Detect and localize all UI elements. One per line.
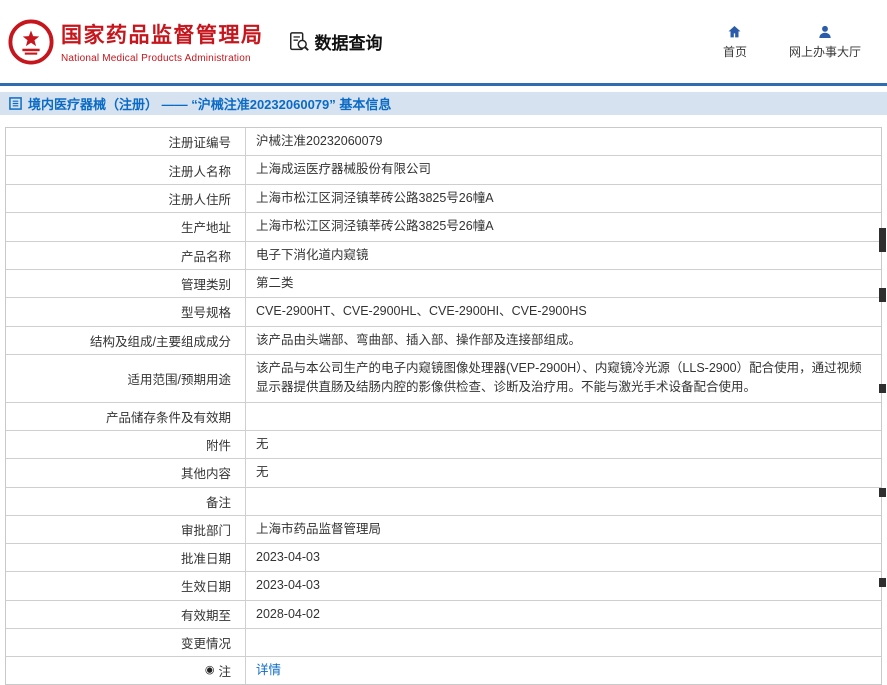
breadcrumb: 境内医疗器械（注册） —— “沪械注准20232060079” 基本信息 — [0, 92, 887, 115]
table-row: 型号规格 CVE-2900HT、CVE-2900HL、CVE-2900HI、CV… — [6, 297, 881, 325]
field-label: 适用范围/预期用途 — [6, 355, 246, 402]
field-value: 2028-04-02 — [246, 601, 881, 628]
field-value: 该产品由头端部、弯曲部、插入部、操作部及连接部组成。 — [246, 327, 881, 354]
field-value: CVE-2900HT、CVE-2900HL、CVE-2900HI、CVE-290… — [246, 298, 881, 325]
table-row: 适用范围/预期用途 该产品与本公司生产的电子内窥镜图像处理器(VEP-2900H… — [6, 354, 881, 402]
field-label: 备注 — [6, 488, 246, 515]
field-label: 注册证编号 — [6, 128, 246, 155]
scrollbar-mark[interactable] — [879, 288, 886, 302]
table-row: 管理类别 第二类 — [6, 269, 881, 297]
scrollbar-mark[interactable] — [879, 488, 886, 497]
table-row: 结构及组成/主要组成成分 该产品由头端部、弯曲部、插入部、操作部及连接部组成。 — [6, 326, 881, 354]
table-row: 产品名称 电子下消化道内窥镜 — [6, 241, 881, 269]
nav-home[interactable]: 首页 — [723, 24, 747, 60]
table-row: 有效期至 2028-04-02 — [6, 600, 881, 628]
field-label: 型号规格 — [6, 298, 246, 325]
table-row: 注册证编号 沪械注准20232060079 — [6, 128, 881, 155]
site-header: 国家药品监督管理局 National Medical Products Admi… — [0, 0, 887, 86]
page: 国家药品监督管理局 National Medical Products Admi… — [0, 0, 887, 644]
field-value: 详情 — [246, 657, 881, 684]
breadcrumb-text: 境内医疗器械（注册） —— “沪械注准20232060079” 基本信息 — [28, 94, 391, 113]
field-value — [246, 488, 881, 515]
field-value — [246, 629, 881, 656]
scrollbar-mark[interactable] — [879, 384, 886, 393]
field-label: 有效期至 — [6, 601, 246, 628]
field-value: 上海市药品监督管理局 — [246, 516, 881, 543]
field-label: 注册人住所 — [6, 185, 246, 212]
table-row: 生产地址 上海市松江区洞泾镇莘砖公路3825号26幢A — [6, 212, 881, 240]
field-value: 上海市松江区洞泾镇莘砖公路3825号26幢A — [246, 185, 881, 212]
registry-icon — [9, 97, 22, 110]
scrollbar-thumb[interactable] — [879, 228, 886, 252]
field-value: 该产品与本公司生产的电子内窥镜图像处理器(VEP-2900H）、内窥镜冷光源（L… — [246, 355, 881, 402]
field-value: 上海市松江区洞泾镇莘砖公路3825号26幢A — [246, 213, 881, 240]
field-label: 变更情况 — [6, 629, 246, 656]
field-label: 管理类别 — [6, 270, 246, 297]
table-row: 备注 — [6, 487, 881, 515]
org-names: 国家药品监督管理局 National Medical Products Admi… — [61, 19, 264, 64]
table-row: 变更情况 — [6, 628, 881, 656]
field-label: 结构及组成/主要组成成分 — [6, 327, 246, 354]
field-value: 电子下消化道内窥镜 — [246, 242, 881, 269]
field-label: ◉ 注 — [6, 657, 246, 684]
info-table: 注册证编号 沪械注准20232060079 注册人名称 上海成运医疗器械股份有限… — [5, 127, 882, 685]
field-label-text: 注 — [218, 661, 231, 680]
field-label: 其他内容 — [6, 459, 246, 486]
nmpa-emblem-icon — [8, 19, 54, 65]
table-row: 生效日期 2023-04-03 — [6, 571, 881, 599]
field-label: 生效日期 — [6, 572, 246, 599]
org-name-en: National Medical Products Administration — [61, 53, 264, 64]
field-label: 批准日期 — [6, 544, 246, 571]
details-link[interactable]: 详情 — [256, 661, 281, 680]
table-row: 产品储存条件及有效期 — [6, 402, 881, 430]
field-label: 生产地址 — [6, 213, 246, 240]
field-value: 沪械注准20232060079 — [246, 128, 881, 155]
field-value: 无 — [246, 431, 881, 458]
table-row: 批准日期 2023-04-03 — [6, 543, 881, 571]
data-query-label: 数据查询 — [315, 29, 383, 54]
field-label: 注册人名称 — [6, 156, 246, 183]
org-name-cn: 国家药品监督管理局 — [61, 19, 264, 49]
table-row: ◉ 注 详情 — [6, 656, 881, 684]
table-row: 附件 无 — [6, 430, 881, 458]
nav-online-hall-label: 网上办事大厅 — [789, 43, 861, 60]
field-value: 无 — [246, 459, 881, 486]
field-value — [246, 403, 881, 430]
table-row: 注册人名称 上海成运医疗器械股份有限公司 — [6, 155, 881, 183]
data-query-tab[interactable]: 数据查询 — [288, 29, 383, 54]
table-row: 审批部门 上海市药品监督管理局 — [6, 515, 881, 543]
table-row: 其他内容 无 — [6, 458, 881, 486]
table-row: 注册人住所 上海市松江区洞泾镇莘砖公路3825号26幢A — [6, 184, 881, 212]
home-icon — [726, 24, 743, 40]
field-label: 产品储存条件及有效期 — [6, 403, 246, 430]
nav-home-label: 首页 — [723, 43, 747, 60]
top-nav: 首页 网上办事大厅 — [723, 24, 861, 60]
field-value: 第二类 — [246, 270, 881, 297]
field-value: 2023-04-03 — [246, 572, 881, 599]
user-icon — [817, 24, 833, 40]
logo-block: 国家药品监督管理局 National Medical Products Admi… — [8, 19, 264, 65]
data-query-icon — [288, 31, 310, 53]
field-value: 上海成运医疗器械股份有限公司 — [246, 156, 881, 183]
field-label: 产品名称 — [6, 242, 246, 269]
note-icon: ◉ — [205, 665, 215, 676]
field-label: 附件 — [6, 431, 246, 458]
field-value: 2023-04-03 — [246, 544, 881, 571]
nav-online-hall[interactable]: 网上办事大厅 — [789, 24, 861, 60]
scrollbar-mark[interactable] — [879, 578, 886, 587]
field-label: 审批部门 — [6, 516, 246, 543]
